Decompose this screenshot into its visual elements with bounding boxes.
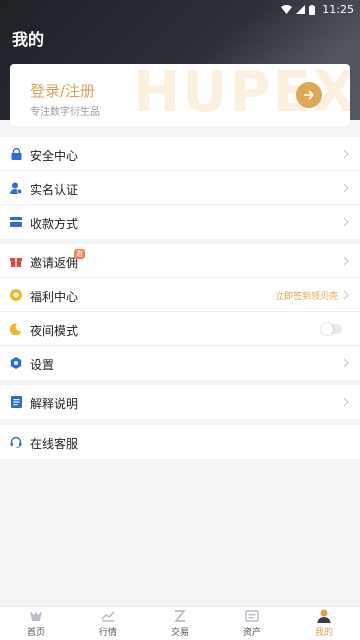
menu-item-label: 福利中心	[30, 290, 79, 304]
menu-item-label: 在线客服	[30, 437, 79, 451]
chevron-right-icon	[343, 183, 349, 193]
menu-item-customer-service[interactable]: 在线客服	[0, 425, 360, 459]
headset-icon	[10, 436, 22, 448]
battery-icon	[309, 4, 316, 15]
tab-label: 行情	[98, 628, 117, 638]
wallet-icon	[245, 610, 259, 622]
home-icon	[30, 611, 42, 621]
status-time: 11:25	[322, 3, 354, 16]
gift-icon	[10, 255, 22, 267]
new-badge: 邀	[74, 249, 85, 259]
card-icon	[10, 216, 22, 228]
menu-item-label: 收款方式	[30, 217, 79, 231]
login-arrow-button[interactable]	[296, 82, 322, 108]
menu-item-identity[interactable]: 实名认证	[0, 171, 360, 205]
exchange-icon	[174, 610, 186, 622]
login-card[interactable]: HUPEX 登录/注册 专注数字衍生品	[10, 64, 350, 126]
arrow-right-icon	[304, 90, 315, 100]
menu-item-label: 夜间模式	[30, 324, 79, 338]
signal-icon	[296, 5, 306, 14]
menu-item-label: 设置	[30, 358, 55, 372]
status-bar: 11:25	[0, 0, 360, 18]
menu-group-account: 安全中心 实名认证 收款方式	[0, 137, 360, 239]
menu-item-invite[interactable]: 邀请返佣 邀	[0, 244, 360, 278]
coin-icon	[10, 289, 22, 301]
menu-item-label: 实名认证	[30, 183, 79, 197]
tab-label: 首页	[26, 628, 45, 638]
menu-group-rewards: 邀请返佣 邀 福利中心 立即签到领贝壳 夜间模式 设置	[0, 244, 360, 380]
chevron-right-icon	[343, 256, 349, 266]
chart-icon	[101, 611, 115, 622]
menu-group-help: 解释说明	[0, 385, 360, 419]
tab-label: 交易	[170, 628, 189, 638]
user-verify-icon	[10, 182, 22, 194]
chevron-right-icon	[343, 397, 349, 407]
menu-item-label: 安全中心	[30, 149, 79, 163]
doc-icon	[10, 396, 22, 408]
lock-icon	[10, 148, 22, 160]
tab-profile[interactable]: 我的	[288, 607, 360, 640]
menu-item-welfare[interactable]: 福利中心 立即签到领贝壳	[0, 278, 360, 312]
menu-item-night-mode[interactable]: 夜间模式	[0, 312, 360, 346]
menu-group-support: 在线客服	[0, 425, 360, 459]
menu-item-label: 邀请返佣	[30, 256, 79, 270]
chevron-right-icon	[343, 217, 349, 227]
tab-assets[interactable]: 资产	[216, 607, 288, 640]
menu-item-payment[interactable]: 收款方式	[0, 205, 360, 239]
bottom-tab-bar: 首页 行情 交易 资产 我的	[0, 606, 360, 640]
menu-item-settings[interactable]: 设置	[0, 346, 360, 380]
menu-item-explanation[interactable]: 解释说明	[0, 385, 360, 419]
tab-trade[interactable]: 交易	[144, 607, 216, 640]
tab-home[interactable]: 首页	[0, 607, 72, 640]
page-title: 我的	[12, 30, 45, 49]
menu-item-security[interactable]: 安全中心	[0, 137, 360, 171]
settings-icon	[10, 357, 22, 369]
wifi-icon	[281, 5, 293, 14]
profile-icon	[317, 609, 331, 623]
night-mode-toggle[interactable]	[321, 323, 342, 335]
tab-label: 我的	[314, 628, 333, 638]
moon-icon	[10, 323, 22, 335]
tab-market[interactable]: 行情	[72, 607, 144, 640]
menu-item-label: 解释说明	[30, 397, 79, 411]
chevron-right-icon	[343, 358, 349, 368]
chevron-right-icon	[343, 290, 349, 300]
checkin-hint: 立即签到领贝壳	[274, 292, 338, 302]
tab-label: 资产	[242, 628, 261, 638]
login-subtitle: 专注数字衍生品	[30, 107, 100, 118]
chevron-right-icon	[343, 149, 349, 159]
login-register-link[interactable]: 登录/注册	[30, 80, 95, 101]
